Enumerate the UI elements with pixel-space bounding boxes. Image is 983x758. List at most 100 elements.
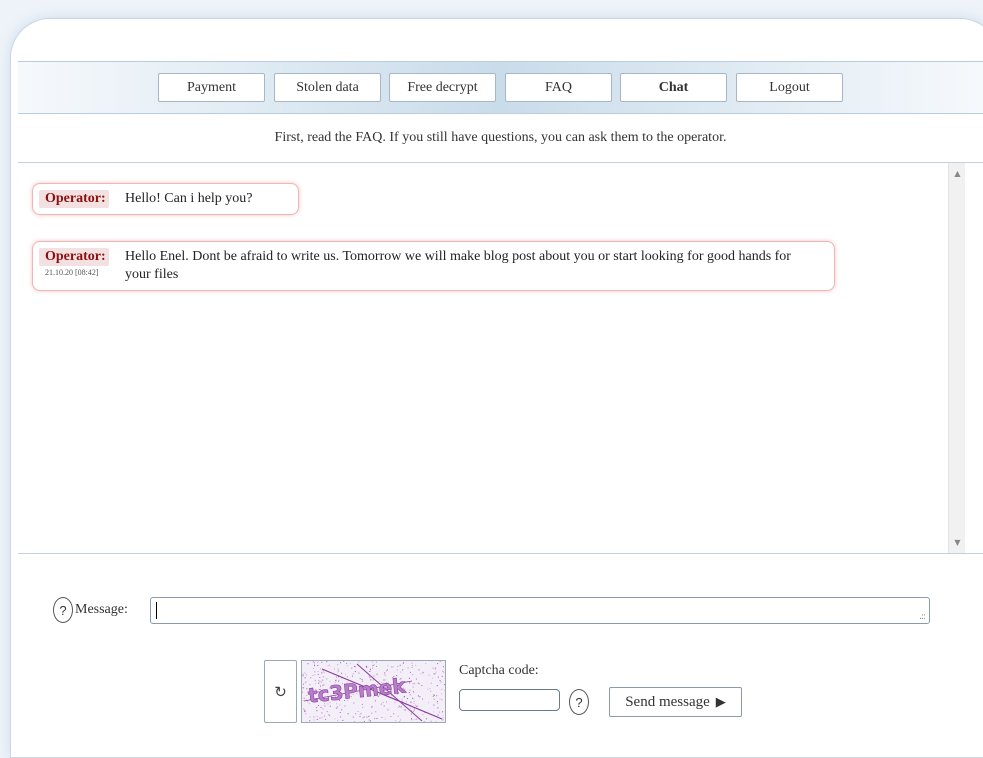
captcha-noise-dot (428, 674, 430, 676)
captcha-noise-dot (319, 677, 321, 678)
captcha-noise-dot (305, 713, 307, 715)
captcha-noise-dot (439, 698, 441, 700)
captcha-noise-dot (317, 673, 319, 675)
captcha-noise-dot (303, 687, 305, 689)
refresh-captcha-button[interactable]: ↻ (264, 660, 297, 723)
captcha-noise-dot (409, 707, 411, 709)
captcha-noise-dot (361, 703, 363, 705)
captcha-noise-dot (374, 700, 376, 702)
captcha-noise-dot (337, 720, 339, 722)
nav-logout-button[interactable]: Logout (736, 73, 843, 102)
captcha-noise-dot (386, 701, 387, 703)
captcha-noise-dot (429, 688, 431, 690)
captcha-noise-dot (444, 690, 445, 692)
captcha-noise-dot (316, 716, 318, 717)
captcha-noise-dot (387, 709, 389, 711)
captcha-help-icon[interactable]: ? (569, 689, 589, 715)
captcha-noise-dot (339, 704, 341, 706)
nav-payment-button[interactable]: Payment (158, 73, 265, 102)
scroll-up-icon[interactable]: ▲ (949, 165, 966, 182)
captcha-noise-dot (368, 719, 370, 721)
captcha-noise-dot (442, 670, 444, 672)
captcha-noise-dot (409, 682, 411, 684)
captcha-noise-dot (304, 710, 306, 712)
captcha-noise-dot (397, 707, 399, 708)
captcha-noise-dot (322, 670, 324, 672)
captcha-noise-dot (441, 688, 443, 690)
captcha-noise-dot (446, 701, 447, 702)
message-help-icon[interactable]: ? (53, 597, 73, 623)
captcha-noise-dot (327, 665, 329, 667)
captcha-noise-dot (386, 670, 388, 672)
captcha-noise-dot (304, 682, 306, 684)
captcha-noise-dot (437, 663, 439, 665)
captcha-noise-dot (321, 717, 323, 719)
captcha-noise: tc3Pmek (302, 661, 447, 723)
captcha-noise-dot (401, 700, 403, 702)
send-message-button[interactable]: Send message ▶ (609, 687, 742, 717)
captcha-noise-dot (408, 692, 410, 693)
captcha-input[interactable] (459, 689, 560, 711)
captcha-noise-dot (412, 686, 414, 688)
captcha-noise-dot (303, 683, 304, 685)
nav-stolen-data-button[interactable]: Stolen data (274, 73, 381, 102)
captcha-noise-dot (352, 673, 354, 675)
captcha-noise-dot (336, 706, 338, 708)
nav-faq-button[interactable]: FAQ (505, 73, 612, 102)
captcha-noise-dot (437, 702, 439, 704)
captcha-noise-dot (322, 679, 324, 681)
captcha-noise-dot (434, 668, 436, 670)
captcha-noise-dot (415, 704, 417, 706)
captcha-noise-dot (430, 682, 432, 684)
captcha-noise-dot (323, 672, 325, 674)
captcha-noise-dot (336, 676, 337, 678)
captcha-noise-dot (441, 699, 443, 701)
captcha-noise-dot (436, 685, 438, 687)
captcha-noise-dot (312, 661, 314, 663)
captcha-noise-dot (394, 702, 396, 704)
chat-area: Operator: Hello! Can i help you? Operato… (18, 162, 983, 554)
captcha-noise-dot (413, 692, 415, 694)
chat-scrollbar[interactable]: ▲ ▼ (948, 163, 965, 553)
captcha-noise-dot (437, 707, 439, 709)
message-input[interactable]: .:: (150, 597, 930, 624)
captcha-noise-dot (325, 719, 327, 720)
captcha-noise-dot (333, 668, 335, 670)
captcha-noise-dot (313, 719, 315, 721)
nav-chat-button[interactable]: Chat (620, 73, 727, 102)
captcha-noise-dot (432, 667, 434, 669)
captcha-noise-dot (355, 713, 357, 715)
captcha-noise-dot (326, 678, 328, 680)
captcha-noise-dot (411, 665, 413, 667)
captcha-noise-dot (386, 669, 388, 671)
captcha-noise-dot (418, 683, 420, 685)
captcha-noise-dot (445, 708, 446, 709)
resize-grip-icon[interactable]: .:: (919, 612, 926, 622)
captcha-noise-dot (346, 665, 348, 667)
message-text: Hello! Can i help you? (125, 191, 253, 206)
captcha-noise-dot (439, 711, 441, 713)
captcha-noise-dot (435, 671, 437, 673)
captcha-image: tc3Pmek (301, 660, 446, 723)
captcha-noise-dot (326, 711, 328, 713)
captcha-noise-dot (403, 662, 404, 664)
send-arrow-icon: ▶ (715, 694, 726, 710)
captcha-noise-dot (428, 702, 429, 704)
captcha-noise-dot (317, 665, 319, 666)
nav-free-decrypt-button[interactable]: Free decrypt (389, 73, 496, 102)
captcha-noise-dot (375, 661, 377, 663)
captcha-noise-dot (319, 668, 321, 670)
captcha-noise-dot (368, 716, 370, 717)
captcha-noise-dot (400, 719, 402, 721)
captcha-noise-dot (384, 672, 386, 674)
captcha-noise-dot (366, 666, 367, 668)
scroll-down-icon[interactable]: ▼ (949, 534, 966, 551)
captcha-noise-dot (378, 722, 379, 723)
captcha-noise-dot (411, 662, 413, 664)
captcha-noise-dot (396, 669, 398, 671)
captcha-noise-dot (439, 680, 441, 682)
captcha-noise-dot (321, 671, 323, 673)
captcha-noise-dot (444, 689, 445, 691)
captcha-noise-dot (413, 708, 415, 710)
captcha-noise-dot (417, 682, 419, 684)
